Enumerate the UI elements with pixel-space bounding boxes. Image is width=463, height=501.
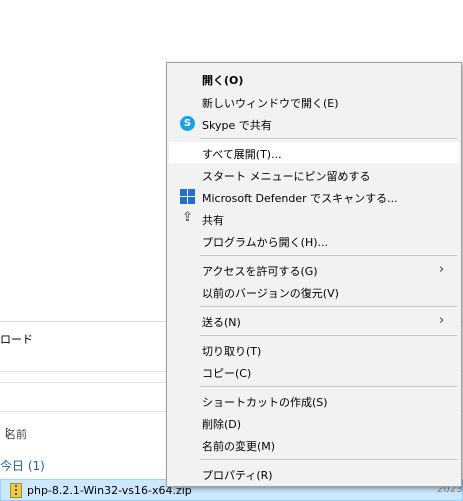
zip-file-icon (10, 483, 22, 498)
menu-item-extract-all[interactable]: すべて展開(T)... (169, 142, 459, 163)
menu-item-open-new-window[interactable]: 新しいウィンドウで開く(E) (169, 91, 459, 112)
menu-item-label: Skype で共有 (202, 119, 272, 132)
menu-item-restore-versions[interactable]: 以前のバージョンの復元(V) (169, 281, 459, 302)
defender-icon (180, 189, 195, 204)
submenu-arrow-icon: › (439, 262, 445, 277)
menu-item-send-to[interactable]: 送る(N) › (169, 310, 459, 331)
menu-item-label: ショートカットの作成(S) (202, 396, 328, 409)
menu-item-defender-scan[interactable]: Microsoft Defender でスキャンする... (169, 186, 459, 207)
menu-separator (200, 306, 457, 307)
menu-item-label: Microsoft Defender でスキャンする... (202, 192, 398, 205)
menu-item-label: 送る(N) (202, 316, 241, 329)
ribbon-label[interactable]: ロード (0, 331, 33, 347)
menu-item-label: すべて展開(T)... (202, 148, 282, 161)
column-right-header[interactable]: [ (5, 426, 9, 439)
submenu-arrow-icon: › (439, 313, 445, 328)
menu-separator (200, 335, 457, 336)
menu-separator (200, 459, 457, 460)
menu-item-label: 新しいウィンドウで開く(E) (202, 97, 339, 110)
menu-item-label: 削除(D) (202, 418, 242, 431)
menu-item-label: 切り取り(T) (202, 345, 262, 358)
menu-item-delete[interactable]: 削除(D) (169, 412, 459, 433)
menu-item-open-with[interactable]: プログラムから開く(H)... (169, 230, 459, 251)
menu-item-label: コピー(C) (202, 367, 252, 380)
menu-item-cut[interactable]: 切り取り(T) (169, 339, 459, 360)
menu-item-give-access[interactable]: アクセスを許可する(G) › (169, 259, 459, 280)
menu-item-label: スタート メニューにピン留めする (202, 170, 371, 183)
menu-item-label: 以前のバージョンの復元(V) (202, 287, 339, 300)
menu-item-rename[interactable]: 名前の変更(M) (169, 434, 459, 455)
menu-item-label: 名前の変更(M) (202, 440, 276, 453)
menu-item-open[interactable]: 開く(O) (169, 68, 459, 89)
menu-separator (200, 255, 457, 256)
skype-icon: S (180, 116, 195, 131)
menu-item-label: プログラムから開く(H)... (202, 236, 329, 249)
share-icon: ⇪ (182, 210, 193, 225)
group-label: 今日 (1) (0, 459, 45, 473)
menu-item-skype-share[interactable]: S Skype で共有 (169, 113, 459, 134)
menu-item-properties[interactable]: プロパティ(R) (169, 463, 459, 484)
menu-item-label: アクセスを許可する(G) (202, 265, 318, 278)
menu-item-label: 共有 (202, 214, 224, 227)
context-menu: 開く(O) 新しいウィンドウで開く(E) S Skype で共有 すべて展開(T… (166, 62, 462, 487)
menu-item-create-shortcut[interactable]: ショートカットの作成(S) (169, 390, 459, 411)
menu-item-pin-start[interactable]: スタート メニューにピン留めする (169, 164, 459, 185)
menu-separator (200, 138, 457, 139)
menu-item-share[interactable]: ⇪ 共有 (169, 208, 459, 229)
menu-separator (200, 386, 457, 387)
menu-item-label: 開く(O) (202, 74, 244, 87)
menu-item-copy[interactable]: コピー(C) (169, 361, 459, 382)
menu-item-label: プロパティ(R) (202, 469, 273, 482)
